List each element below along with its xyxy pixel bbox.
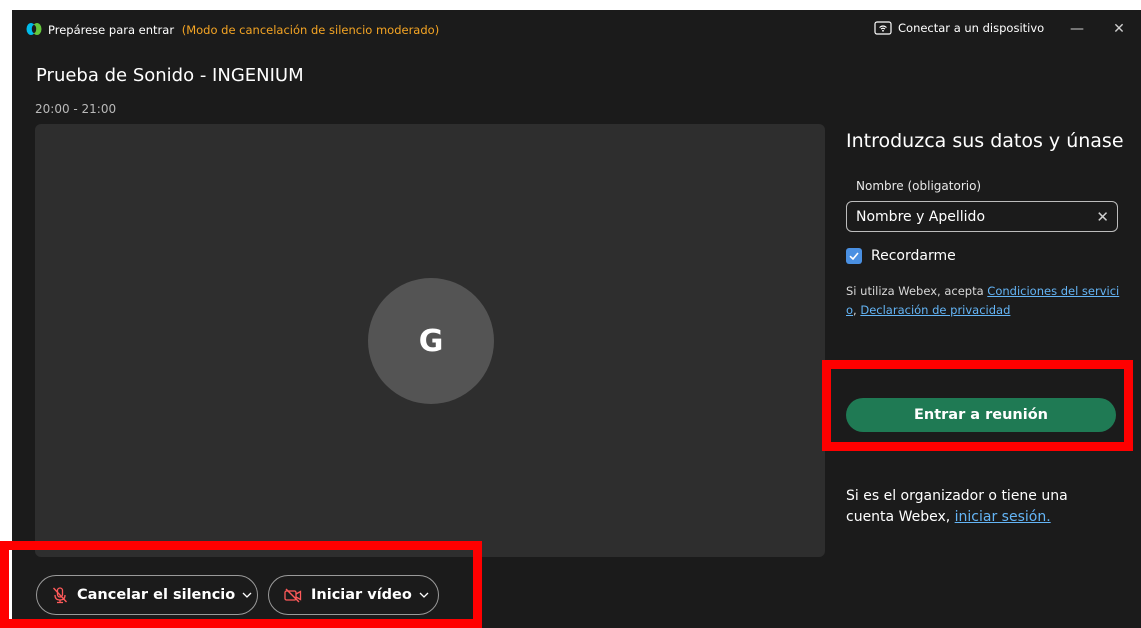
- unmute-button[interactable]: Cancelar el silencio: [36, 575, 258, 615]
- remember-checkbox[interactable]: [846, 248, 862, 264]
- connect-device-button[interactable]: Conectar a un dispositivo: [874, 21, 1044, 35]
- chevron-down-icon[interactable]: [241, 589, 253, 601]
- start-video-label: Iniciar vídeo: [311, 587, 412, 603]
- close-button[interactable]: ✕: [1108, 18, 1130, 40]
- terms-prefix: Si utiliza Webex, acepta: [846, 284, 988, 298]
- remember-me: Recordarme: [846, 248, 1136, 264]
- avatar: G: [368, 278, 494, 404]
- clear-icon[interactable]: ✕: [1096, 208, 1109, 226]
- chevron-down-icon[interactable]: [418, 589, 430, 601]
- title-bar: Prepárese para entrar (Modo de cancelaci…: [12, 10, 1141, 50]
- name-input[interactable]: [856, 208, 1097, 225]
- unmute-label: Cancelar el silencio: [77, 587, 236, 603]
- meeting-title: Prueba de Sonido - INGENIUM: [36, 65, 304, 86]
- video-preview: G: [35, 124, 825, 557]
- meeting-time: 20:00 - 21:00: [35, 102, 117, 116]
- window-title-label: Prepárese para entrar: [48, 23, 175, 37]
- media-controls: Cancelar el silencio Iniciar vídeo: [36, 575, 439, 615]
- webex-logo-icon: [26, 23, 42, 35]
- privacy-statement-link[interactable]: Declaración de privacidad: [860, 303, 1010, 317]
- organizer-text: Si es el organizador o tiene una cuenta …: [846, 486, 1096, 528]
- name-field-label: Nombre (obligatorio): [856, 179, 982, 193]
- join-meeting-button[interactable]: Entrar a reunión: [846, 398, 1116, 432]
- noise-cancellation-mode: (Modo de cancelación de silencio moderad…: [181, 23, 440, 37]
- webex-join-window: Prepárese para entrar (Modo de cancelaci…: [12, 10, 1141, 628]
- remember-label: Recordarme: [871, 248, 956, 264]
- window-title: Prepárese para entrar (Modo de cancelaci…: [48, 23, 439, 37]
- join-heading: Introduzca sus datos y únase: [846, 130, 1124, 152]
- start-video-button[interactable]: Iniciar vídeo: [268, 575, 439, 615]
- join-panel: Introduzca sus datos y únase Nombre (obl…: [846, 124, 1136, 525]
- name-field: ✕: [846, 201, 1118, 232]
- video-off-icon: [284, 588, 302, 603]
- minimize-button[interactable]: —: [1066, 18, 1088, 40]
- microphone-muted-icon: [52, 587, 68, 604]
- sign-in-link[interactable]: iniciar sesión.: [955, 509, 1051, 525]
- check-icon: [849, 252, 859, 261]
- wireless-device-icon: [874, 21, 892, 35]
- terms-text: Si utiliza Webex, acepta Condiciones del…: [846, 282, 1124, 320]
- connect-device-label: Conectar a un dispositivo: [898, 21, 1045, 35]
